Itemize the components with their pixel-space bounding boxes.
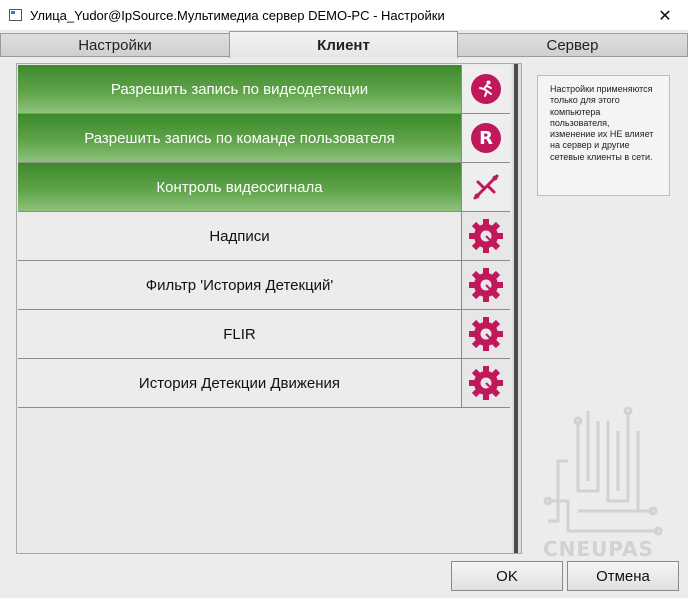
row-label[interactable]: FLIR — [18, 310, 461, 358]
logo-wordmark: CNEUPAS — [543, 537, 654, 561]
client-settings-list: Разрешить запись по видеодетекции Разреш… — [16, 63, 522, 554]
window-title: Улица_Yudor@IpSource.Мультимедиа сервер … — [30, 8, 445, 23]
row-label[interactable]: Надписи — [18, 212, 461, 260]
row-icon-cell[interactable] — [461, 212, 510, 260]
tab-client[interactable]: Клиент — [229, 31, 458, 58]
row-captions[interactable]: Надписи — [18, 212, 510, 261]
scrollbar-track[interactable] — [514, 64, 518, 553]
row-label[interactable]: Контроль видеосигнала — [18, 163, 461, 211]
row-user-command-record[interactable]: Разрешить запись по команде пользователя… — [18, 114, 510, 163]
row-icon-cell[interactable] — [461, 65, 510, 113]
company-logo-watermark: CNEUPAS — [543, 406, 663, 561]
title-bar: Улица_Yudor@IpSource.Мультимедиа сервер … — [0, 0, 688, 31]
gear-icon — [469, 268, 503, 302]
tab-settings[interactable]: Настройки — [0, 33, 230, 57]
gear-icon — [469, 317, 503, 351]
gear-icon — [469, 219, 503, 253]
row-video-signal-control[interactable]: Контроль видеосигнала — [18, 163, 510, 212]
info-note: Настройки применяются только для этого к… — [537, 75, 670, 196]
row-detection-history-filter[interactable]: Фильтр 'История Детекций' — [18, 261, 510, 310]
list-scrollbar[interactable] — [512, 64, 521, 553]
row-label[interactable]: Разрешить запись по видеодетекции — [18, 65, 461, 113]
gear-icon — [469, 366, 503, 400]
row-icon-cell[interactable] — [461, 261, 510, 309]
settings-window-body: Настройки Сервер Клиент Разрешить запись… — [0, 31, 688, 598]
tab-server[interactable]: Сервер — [457, 33, 688, 57]
row-icon-cell[interactable] — [461, 310, 510, 358]
row-motion-detection-history[interactable]: История Детекции Движения — [18, 359, 510, 408]
ok-button[interactable]: OK — [451, 561, 563, 591]
row-label[interactable]: Фильтр 'История Детекций' — [18, 261, 461, 309]
cancel-button[interactable]: Отмена — [567, 561, 679, 591]
row-flir[interactable]: FLIR — [18, 310, 510, 359]
signal-loss-icon — [473, 174, 499, 200]
record-r-icon: R — [471, 123, 501, 153]
tab-bar: Настройки Сервер Клиент — [0, 31, 688, 58]
row-icon-cell[interactable] — [461, 359, 510, 407]
app-window-icon — [9, 9, 22, 21]
row-label[interactable]: Разрешить запись по команде пользователя — [18, 114, 461, 162]
running-man-icon — [471, 74, 501, 104]
row-icon-cell[interactable]: R — [461, 114, 510, 162]
close-button[interactable]: ✕ — [642, 0, 688, 31]
row-video-detection-record[interactable]: Разрешить запись по видеодетекции — [18, 65, 510, 114]
row-label[interactable]: История Детекции Движения — [18, 359, 461, 407]
row-icon-cell[interactable] — [461, 163, 510, 211]
